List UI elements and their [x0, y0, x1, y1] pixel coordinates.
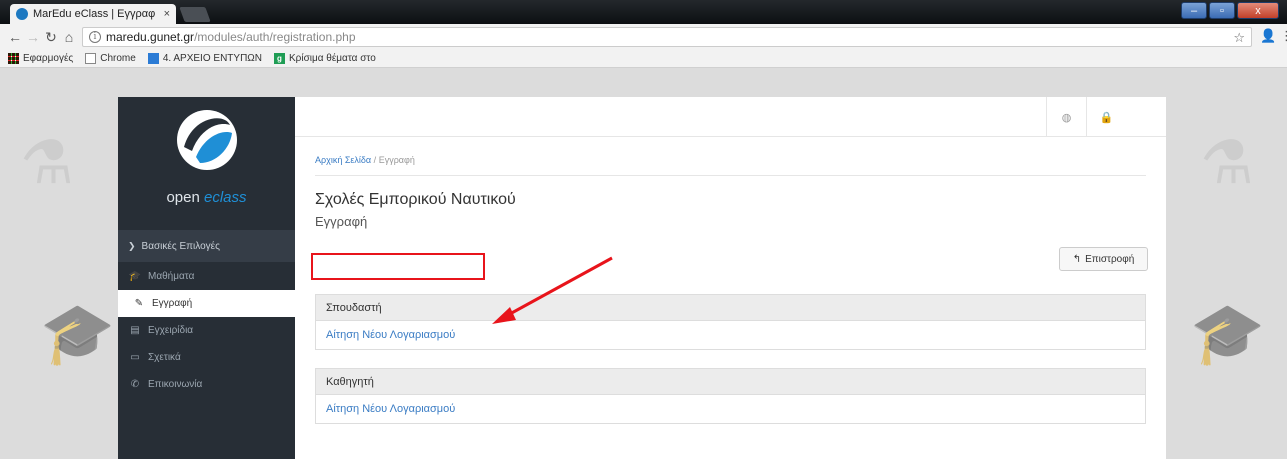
brand-prefix: open [166, 189, 204, 206]
sidebar-item-about[interactable]: ▭ Σχετικά [118, 344, 295, 371]
menu-section-header[interactable]: ❯ Βασικές Επιλογές [118, 230, 295, 262]
sidebar-menu: 🎓 Μαθήματα ✎ Εγγραφή ▤ Εγχειρίδια ▭ Σχετ… [118, 263, 295, 398]
breadcrumb: Αρχική Σελίδα / Εγγραφή [315, 155, 415, 165]
web-page: ⚗ ⚗ 🎓 🎓 open eclass ❯ Βασικές Επιλογές 🎓… [0, 68, 1287, 459]
annotation-highlight-box [311, 253, 485, 280]
forward-arrow-icon[interactable]: → [24, 29, 42, 45]
breadcrumb-separator: / [373, 155, 377, 165]
top-bar: ◍ 🔒 [295, 97, 1166, 137]
bookmark-label: 4. ΑΡΧΕΙΟ ΕΝΤΥΠΩΝ [162, 53, 262, 64]
sidebar-item-label: Μαθήματα [148, 271, 195, 282]
brand-accent: eclass [204, 189, 247, 206]
bookmark-chrome[interactable]: Chrome [85, 53, 136, 64]
panel-heading: Σπουδαστή [316, 295, 1145, 321]
graduation-cap-watermark-icon: 🎓 [1190, 300, 1265, 367]
page-subtitle: Εγγραφή [315, 214, 368, 229]
bookmark-label: Εφαρμογές [23, 53, 74, 64]
sidebar-item-label: Σχετικά [148, 352, 181, 363]
reply-arrow-icon: ↰ [1072, 253, 1082, 265]
eclass-favicon-icon [16, 8, 28, 20]
back-button-label: Επιστροφή [1085, 253, 1135, 265]
sidebar-item-manuals[interactable]: ▤ Εγχειρίδια [118, 317, 295, 344]
brand-name: open eclass [118, 189, 295, 206]
breadcrumb-home-link[interactable]: Αρχική Σελίδα [315, 155, 371, 165]
menu-section-label: Βασικές Επιλογές [141, 240, 220, 252]
bookmarks-bar: Εφαρμογές Chrome 4. ΑΡΧΕΙΟ ΕΝΤΥΠΩΝ g Κρί… [0, 50, 1287, 68]
open-eclass-logo-icon[interactable] [174, 107, 240, 173]
bookmark-label: Chrome [100, 53, 136, 64]
panel-body: Αίτηση Νέου Λογαριασμού [316, 395, 1145, 423]
new-tab-button[interactable] [179, 7, 211, 22]
minimize-button[interactable]: – [1181, 2, 1207, 19]
student-new-account-link[interactable]: Αίτηση Νέου Λογαριασμού [326, 329, 455, 341]
browser-tab[interactable]: MarEdu eClass | Εγγραφ × [10, 4, 176, 24]
teacher-new-account-link[interactable]: Αίτηση Νέου Λογαριασμού [326, 403, 455, 415]
bookmark-critical-topics[interactable]: g Κρίσιμα θέματα στο [273, 53, 376, 64]
sidebar-item-label: Επικοινωνία [148, 379, 203, 390]
graduation-cap-watermark-icon: 🎓 [40, 300, 115, 367]
back-arrow-icon[interactable]: ← [6, 29, 24, 45]
student-panel: Σπουδαστή Αίτηση Νέου Λογαριασμού [315, 294, 1146, 350]
flask-watermark-icon: ⚗ [20, 129, 74, 196]
g-icon: g [273, 53, 285, 64]
bookmark-label: Κρίσιμα θέματα στο [288, 53, 376, 64]
tab-close-icon[interactable]: × [164, 8, 170, 20]
docs-icon [147, 53, 159, 64]
teacher-panel: Καθηγητή Αίτηση Νέου Λογαριασμού [315, 368, 1146, 424]
maximize-button[interactable]: ▫ [1209, 2, 1235, 19]
sidebar-item-contact[interactable]: ✆ Επικοινωνία [118, 371, 295, 398]
close-window-button[interactable]: x [1237, 2, 1279, 19]
back-button[interactable]: ↰ Επιστροφή [1059, 247, 1148, 271]
profile-icon[interactable]: 👤 [1260, 28, 1276, 44]
reload-icon[interactable]: ↻ [42, 29, 60, 46]
page-title: Σχολές Εμπορικού Ναυτικού [315, 191, 516, 208]
phone-icon: ✆ [130, 379, 140, 390]
chevron-down-icon: ❯ [128, 240, 136, 251]
sidebar-item-label: Εγγραφή [152, 298, 193, 309]
window-controls: – ▫ x [1181, 2, 1279, 19]
lock-icon[interactable]: 🔒 [1086, 97, 1126, 137]
id-card-icon: ▭ [130, 352, 140, 363]
address-bar[interactable]: i maredu.gunet.gr/modules/auth/registrat… [82, 27, 1252, 47]
url-host: maredu.gunet.gr [106, 30, 195, 44]
url-path: /modules/auth/registration.php [194, 30, 356, 44]
browser-toolbar: ← → ↻ ⌂ i maredu.gunet.gr/modules/auth/r… [0, 24, 1287, 50]
panel-heading: Καθηγητή [316, 369, 1145, 395]
breadcrumb-current: Εγγραφή [378, 155, 415, 165]
tab-title: MarEdu eClass | Εγγραφ [33, 8, 156, 20]
divider [315, 175, 1146, 176]
home-icon[interactable]: ⌂ [60, 29, 78, 45]
document-icon: ▤ [130, 325, 140, 336]
graduation-cap-icon: 🎓 [128, 271, 142, 282]
panel-body: Αίτηση Νέου Λογαριασμού [316, 321, 1145, 349]
sidebar: open eclass ❯ Βασικές Επιλογές 🎓 Μαθήματ… [118, 97, 295, 459]
bookmark-star-icon[interactable]: ☆ [1233, 30, 1245, 46]
bookmark-archive[interactable]: 4. ΑΡΧΕΙΟ ΕΝΤΥΠΩΝ [147, 53, 262, 64]
bookmark-apps[interactable]: Εφαρμογές [8, 53, 73, 64]
browser-menu-icon[interactable]: ⋮ [1280, 28, 1287, 44]
browser-title-bar: MarEdu eClass | Εγγραφ × – ▫ x [0, 0, 1287, 24]
flask-watermark-icon: ⚗ [1200, 129, 1254, 196]
site-info-icon[interactable]: i [89, 31, 101, 43]
edit-icon: ✎ [134, 298, 144, 309]
sidebar-item-registration[interactable]: ✎ Εγγραφή [118, 290, 295, 317]
sidebar-item-courses[interactable]: 🎓 Μαθήματα [118, 263, 295, 290]
apps-icon [8, 53, 19, 64]
language-globe-icon[interactable]: ◍ [1046, 97, 1086, 137]
sidebar-item-label: Εγχειρίδια [148, 325, 194, 336]
page-icon [85, 53, 97, 64]
